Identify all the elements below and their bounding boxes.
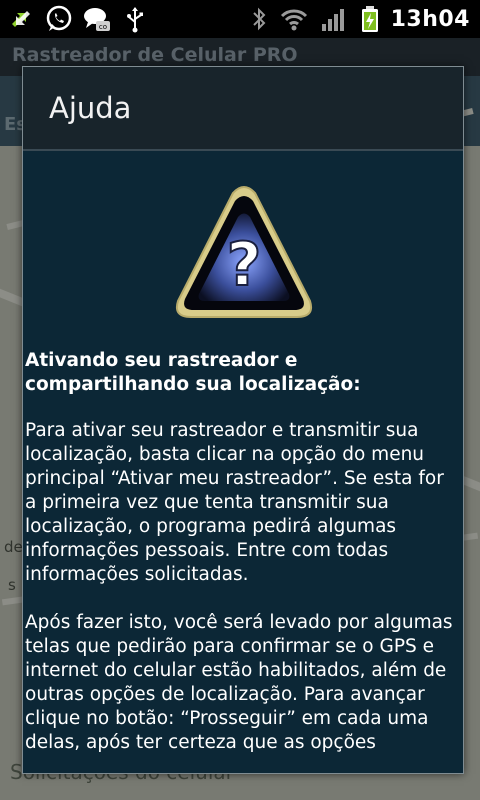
help-paragraph-2: Após fazer isto, você será levado por al… xyxy=(25,612,453,753)
help-paragraph-1: Para ativar seu rastreador e transmitir … xyxy=(25,420,444,585)
status-clock: 13h04 xyxy=(390,6,470,32)
help-warning-icon: ? xyxy=(171,179,317,327)
dialog-header: Ajuda xyxy=(23,67,463,151)
status-bar: co 13h04 xyxy=(0,0,480,38)
whatsapp-icon xyxy=(46,5,72,31)
svg-text:co: co xyxy=(99,23,107,31)
bluetooth-icon xyxy=(252,7,266,31)
svg-text:?: ? xyxy=(227,230,262,300)
help-dialog: Ajuda ? Ativando seu rastreador e compar… xyxy=(22,66,464,774)
system-icons: 13h04 xyxy=(249,0,470,38)
usb-icon xyxy=(127,7,143,33)
chat-bubble-icon: co xyxy=(84,8,110,31)
battery-charging-icon xyxy=(361,6,378,32)
dialog-title: Ajuda xyxy=(49,91,132,125)
help-heading: Ativando seu rastreador e compartilhando… xyxy=(25,350,361,395)
usb-arrows-icon xyxy=(12,11,30,27)
help-text: Ativando seu rastreador e compartilhando… xyxy=(25,349,457,773)
notification-icons: co xyxy=(6,4,150,34)
wifi-icon xyxy=(280,9,307,31)
signal-icon xyxy=(321,9,344,31)
